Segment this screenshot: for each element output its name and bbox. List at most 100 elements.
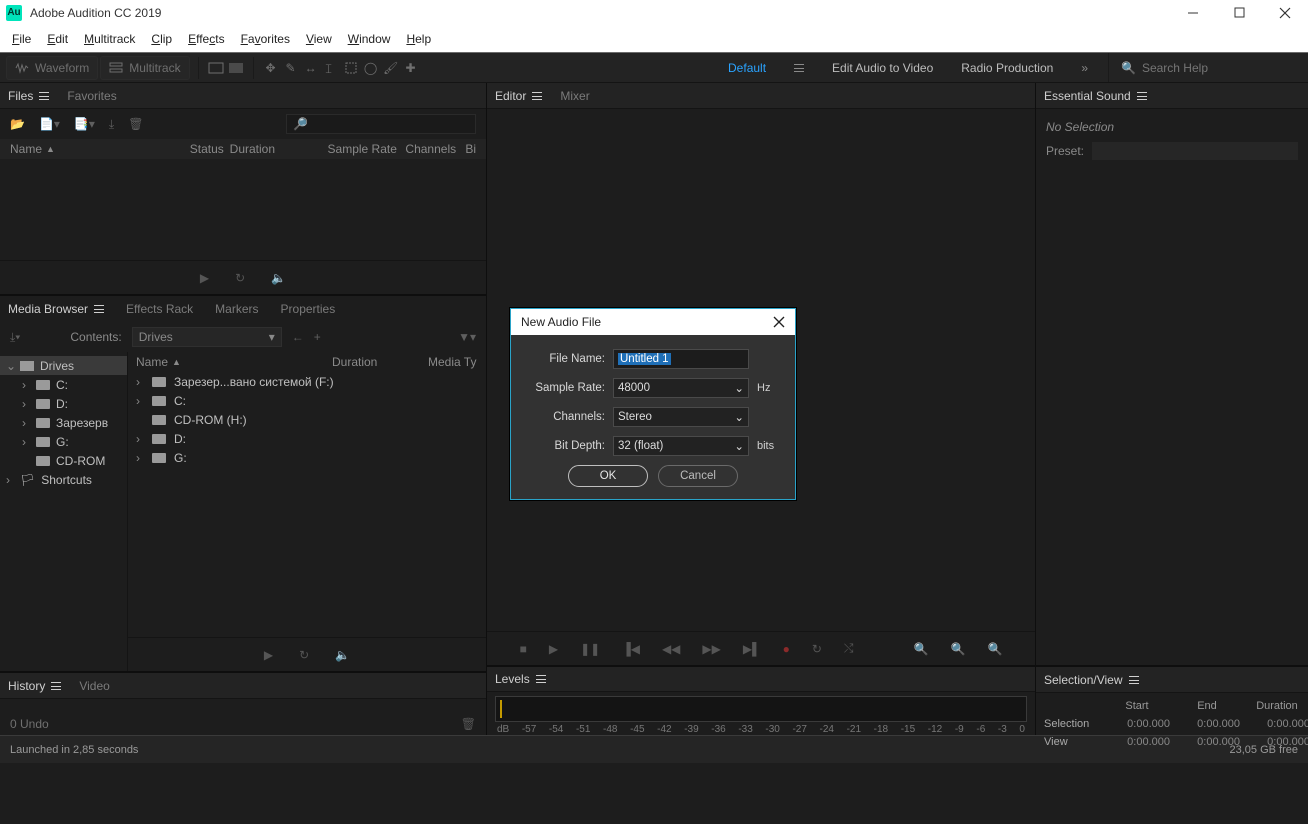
tree-drives[interactable]: ⌄Drives [0, 356, 127, 375]
col-status[interactable]: Status [190, 142, 230, 156]
maximize-button[interactable] [1216, 0, 1262, 25]
nav-fwd-icon[interactable]: + [314, 330, 321, 344]
menu-help[interactable]: Help [400, 30, 437, 48]
minimize-button[interactable] [1170, 0, 1216, 25]
delete-icon[interactable]: 🗑 [128, 117, 143, 131]
razor-tool-icon[interactable]: ✎ [282, 59, 300, 77]
multitrack-mode-button[interactable]: Multitrack [100, 56, 189, 80]
tree-drive-reserved[interactable]: ›Зарезерв [0, 413, 127, 432]
chevron-right-icon[interactable]: › [136, 394, 144, 408]
tab-selection-view[interactable]: Selection/View [1044, 673, 1139, 687]
tab-mixer[interactable]: Mixer [560, 89, 589, 103]
tab-editor[interactable]: Editor [495, 89, 542, 103]
panel-menu-icon[interactable] [1137, 92, 1147, 100]
list-col-duration[interactable]: Duration [332, 355, 428, 369]
tab-files[interactable]: Files [8, 89, 49, 103]
col-channels[interactable]: Channels [405, 142, 465, 156]
menu-edit[interactable]: Edit [41, 30, 74, 48]
col-name[interactable]: Name▲ [10, 142, 190, 156]
workspace-radio-production[interactable]: Radio Production [961, 61, 1053, 75]
panel-menu-icon[interactable] [532, 92, 542, 100]
tab-favorites[interactable]: Favorites [67, 89, 116, 103]
panel-menu-icon[interactable] [39, 92, 49, 100]
view-start[interactable]: 0:00.000 [1102, 733, 1172, 751]
marquee-tool-icon[interactable] [342, 59, 360, 77]
hud-toggle-icon[interactable] [207, 59, 225, 77]
cancel-button[interactable]: Cancel [658, 465, 738, 487]
tree-drive-d[interactable]: ›D: [0, 394, 127, 413]
ok-button[interactable]: OK [568, 465, 648, 487]
contents-dropdown[interactable]: Drives▾ [132, 327, 282, 347]
loop-icon[interactable]: ↻ [299, 648, 309, 662]
go-start-button[interactable]: ▐◀ [622, 642, 640, 656]
chevron-right-icon[interactable]: › [22, 435, 30, 449]
file-name-input[interactable]: Untitled 1 [613, 349, 749, 369]
tab-essential-sound[interactable]: Essential Sound [1044, 89, 1147, 103]
col-duration[interactable]: Duration [230, 142, 328, 156]
zoom-full-icon[interactable]: 🔍 [987, 642, 1002, 656]
level-meter[interactable] [495, 696, 1027, 722]
menu-effects[interactable]: Effects [182, 30, 230, 48]
play-button[interactable]: ▶ [549, 642, 558, 656]
panel-menu-icon[interactable] [94, 305, 104, 313]
autoplay-icon[interactable]: 🔈 [271, 271, 286, 285]
skip-silence-button[interactable]: ⤭ [844, 641, 854, 656]
tree-drive-g[interactable]: ›G: [0, 432, 127, 451]
workspace-edit-audio-video[interactable]: Edit Audio to Video [832, 61, 933, 75]
filter-icon[interactable]: ▼▾ [458, 330, 476, 344]
tree-drive-cdrom[interactable]: CD-ROM [0, 451, 127, 470]
play-icon[interactable]: ▶ [264, 648, 273, 662]
dialog-titlebar[interactable]: New Audio File [511, 309, 795, 335]
import-icon[interactable]: ⤓ [109, 117, 114, 132]
menu-favorites[interactable]: Favorites [235, 30, 296, 48]
help-search[interactable]: 🔍 [1108, 53, 1308, 82]
import-mb-icon[interactable]: ⤓▾ [10, 330, 20, 345]
list-item[interactable]: ›Зарезер...вано системой (F:) [128, 372, 486, 391]
panel-menu-icon[interactable] [1129, 676, 1139, 684]
preset-dropdown[interactable] [1092, 142, 1298, 160]
new-multitrack-icon[interactable]: 📑▾ [74, 117, 95, 131]
bit-depth-dropdown[interactable]: 32 (float)⌄ [613, 436, 749, 456]
menu-multitrack[interactable]: Multitrack [78, 30, 141, 48]
tab-video[interactable]: Video [79, 679, 109, 693]
record-button[interactable]: ● [783, 642, 790, 656]
menu-file[interactable]: File [6, 30, 37, 48]
list-item[interactable]: CD-ROM (H:) [128, 410, 486, 429]
tab-media-browser[interactable]: Media Browser [8, 302, 104, 316]
workspace-default-menu-icon[interactable] [794, 64, 804, 72]
ffwd-button[interactable]: ▶▶ [702, 642, 720, 656]
menu-clip[interactable]: Clip [145, 30, 178, 48]
loop-button[interactable]: ↻ [812, 642, 822, 656]
tab-levels[interactable]: Levels [495, 672, 546, 686]
tab-markers[interactable]: Markers [215, 302, 258, 316]
chevron-right-icon[interactable]: › [136, 432, 144, 446]
trash-icon[interactable]: 🗑 [461, 717, 476, 731]
spectral-toggle-icon[interactable] [227, 59, 245, 77]
play-icon[interactable]: ▶ [200, 271, 209, 285]
open-file-icon[interactable]: 📂 [10, 117, 25, 131]
lasso-tool-icon[interactable]: ◯ [362, 59, 380, 77]
pause-button[interactable]: ❚❚ [580, 642, 600, 656]
chevron-down-icon[interactable]: ⌄ [6, 359, 14, 373]
tab-properties[interactable]: Properties [281, 302, 336, 316]
rewind-button[interactable]: ◀◀ [662, 642, 680, 656]
channels-dropdown[interactable]: Stereo⌄ [613, 407, 749, 427]
menu-window[interactable]: Window [342, 30, 397, 48]
list-col-media-type[interactable]: Media Ty [428, 355, 476, 369]
menu-view[interactable]: View [300, 30, 338, 48]
chevron-right-icon[interactable]: › [136, 375, 144, 389]
chevron-right-icon[interactable]: › [22, 378, 30, 392]
sel-end[interactable]: 0:00.000 [1172, 715, 1242, 733]
list-item[interactable]: ›D: [128, 429, 486, 448]
col-bit-depth[interactable]: Bi [465, 142, 476, 156]
loop-icon[interactable]: ↻ [235, 271, 245, 285]
help-search-input[interactable] [1142, 61, 1282, 75]
chevron-right-icon[interactable]: › [6, 473, 14, 487]
time-sel-tool-icon[interactable]: 𝙸 [322, 59, 340, 77]
dialog-close-button[interactable] [773, 316, 785, 328]
autoplay-icon[interactable]: 🔈 [335, 648, 350, 662]
workspace-overflow-icon[interactable]: » [1081, 61, 1088, 75]
list-item[interactable]: ›C: [128, 391, 486, 410]
waveform-mode-button[interactable]: Waveform [6, 56, 98, 80]
panel-menu-icon[interactable] [51, 682, 61, 690]
